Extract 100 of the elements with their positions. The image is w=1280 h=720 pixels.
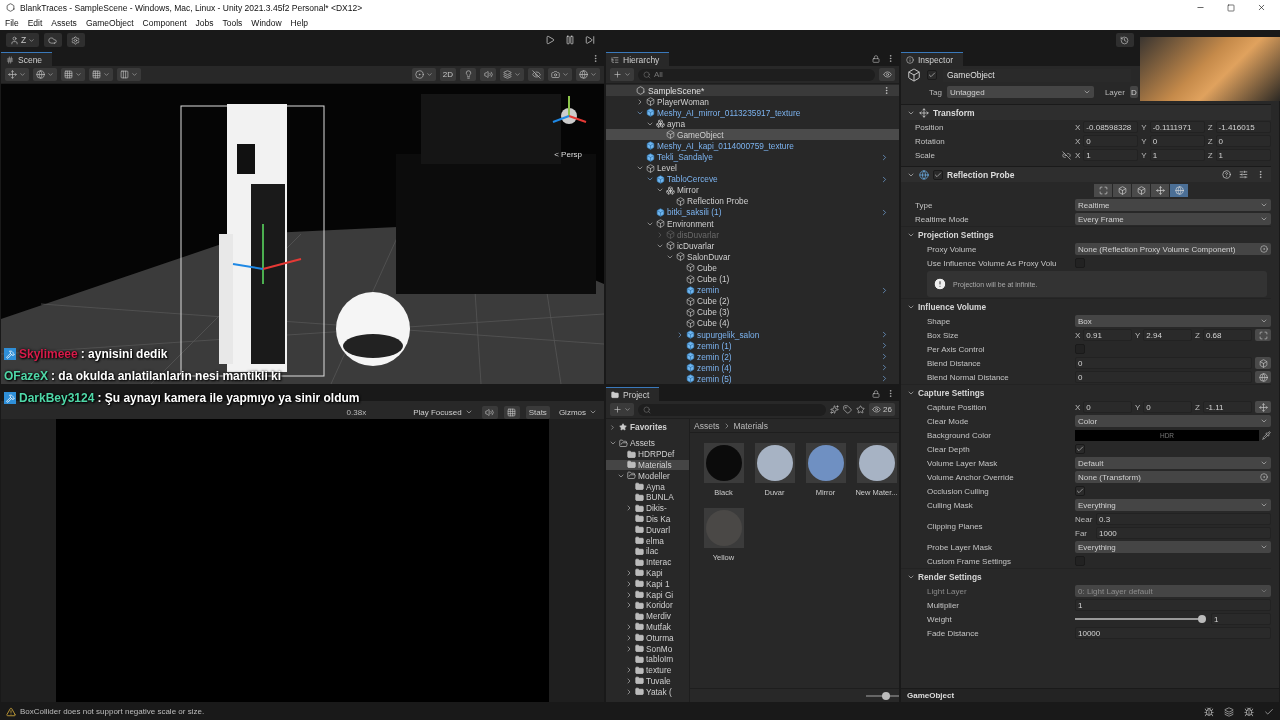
hierarchy-item[interactable]: Cube [606,262,899,274]
dropdown[interactable]: Color [1075,415,1271,427]
gizmos-button[interactable] [576,68,600,81]
section-header[interactable]: Projection Settings [901,226,1271,242]
hierarchy-item[interactable]: GameObject [606,129,899,141]
folder-item[interactable]: Kapi Gi [606,589,689,600]
mode-button[interactable] [1113,183,1131,197]
scene-tab[interactable]: Scene [1,52,53,66]
scene-visibility-button[interactable] [879,68,895,81]
object-field[interactable]: None (Reflection Proxy Volume Component) [1075,243,1271,255]
checkbox[interactable] [927,70,937,80]
search-field[interactable] [638,403,827,416]
hierarchy-item[interactable]: Reflection Probe [606,195,899,207]
history-button[interactable] [1116,33,1134,47]
folder-item[interactable]: Interac [606,556,689,568]
hierarchy-item[interactable]: ayna [606,118,899,130]
folder-item[interactable]: SonMo [606,643,689,654]
breadcrumb-link[interactable]: Materials [733,420,768,431]
folder-item[interactable]: Kapi [606,567,689,579]
checkbox[interactable] [1075,486,1085,496]
tool-button[interactable] [5,68,29,81]
number-field[interactable]: 1 [1215,149,1271,161]
slider-thumb[interactable] [1198,615,1206,623]
hierarchy-item[interactable]: Environment [606,218,899,230]
play-mode-dropdown[interactable]: Play Focused [410,406,476,418]
project-tab[interactable]: Project [606,387,660,401]
tool-button[interactable] [1255,371,1271,383]
dropdown[interactable]: Untagged [946,86,1094,98]
menu-item[interactable]: Jobs [195,17,214,28]
component-header[interactable]: Reflection Probe [901,166,1271,182]
number-field[interactable]: 10000 [1075,627,1271,639]
number-field[interactable]: 0 [1075,371,1252,383]
audio-button[interactable] [480,68,496,81]
folder-item[interactable]: Oturma [606,632,689,644]
favorites-item[interactable]: Favorites [606,421,689,433]
mode-2d-button[interactable]: 2D [439,68,456,81]
dropdown[interactable]: Default [1075,457,1271,469]
dropdown[interactable]: Everything [1075,541,1271,553]
hierarchy-item[interactable]: zemin (2) [606,351,899,363]
number-field[interactable]: -1.416015 [1215,121,1271,133]
number-field[interactable]: 0 [1083,401,1132,413]
folder-item[interactable]: Duvarl [606,524,689,536]
checkbox[interactable] [1075,444,1085,454]
hierarchy-item[interactable]: Meshy_AI_mirror_0113235917_texture [606,107,899,119]
folder-item[interactable]: Kapi 1 [606,578,689,590]
number-field[interactable]: 0.3 [1096,513,1271,525]
folder-item[interactable]: elma [606,535,689,546]
mode-button[interactable] [1132,183,1150,197]
mode-button[interactable] [1094,183,1112,197]
menu-item[interactable]: Tools [222,17,243,28]
hierarchy-item[interactable]: icDuvarlar [606,240,899,252]
hierarchy-item[interactable]: Mirror [606,184,899,196]
visibility-button[interactable] [528,68,544,81]
mode-button[interactable] [1151,183,1169,197]
folder-item[interactable]: tabloIm [606,653,689,665]
number-field[interactable]: 2.94 [1143,329,1192,341]
folder-item[interactable]: Ayna [606,481,689,492]
folder-item[interactable]: HDRPDef [606,448,689,460]
tool-button[interactable] [33,68,57,81]
hierarchy-item[interactable]: zemin [606,284,899,296]
folder-item[interactable]: Mutfak [606,621,689,633]
hierarchy-item[interactable]: SalonDuvar [606,251,899,263]
camera-button[interactable] [548,68,572,81]
number-field[interactable]: 1000 [1096,527,1271,539]
folder-item[interactable]: BUNLA [606,492,689,503]
menu-item[interactable]: GameObject [85,17,134,28]
dropdown[interactable]: Box [1075,315,1271,327]
grid-button[interactable] [503,405,520,419]
number-field[interactable]: 1 [1211,613,1271,625]
stats-button[interactable]: Stats [525,405,550,419]
hierarchy-item[interactable]: supurgelik_salon [606,328,899,341]
search-field[interactable]: All [638,68,875,81]
add-button[interactable] [610,68,634,81]
settings-button[interactable] [67,33,86,47]
folder-item[interactable]: Modeller [606,470,689,482]
number-field[interactable]: -0.1111971 [1149,121,1205,133]
slider-thumb[interactable] [881,691,890,700]
folder-item[interactable]: Tuvale [606,675,689,687]
hierarchy-item[interactable]: Level [606,162,899,174]
menu-item[interactable]: Edit [27,17,43,28]
inspector-tab[interactable]: Inspector [901,52,963,66]
menu-item[interactable]: Window [251,17,282,28]
hierarchy-item[interactable]: zemin (5) [606,373,899,384]
section-header[interactable]: Render Settings [901,568,1271,584]
folder-item[interactable]: Dikis- [606,502,689,514]
tool-button[interactable] [1255,329,1271,341]
dropdown[interactable]: Everything [1075,499,1271,511]
hierarchy-item[interactable]: Tekli_Sandalye [606,151,899,163]
dropdown[interactable]: Every Frame [1075,213,1271,225]
add-button[interactable] [610,403,634,416]
hierarchy-item[interactable]: PlayerWoman [606,96,899,108]
tool-button[interactable] [1255,357,1271,369]
hidden-count-button[interactable]: 26 [869,403,895,416]
folder-item[interactable]: texture [606,664,689,676]
menu-item[interactable]: Help [290,17,309,28]
number-field[interactable]: 0 [1149,135,1205,147]
dropdown[interactable]: D [1129,86,1138,98]
scene-header[interactable]: SampleScene* [606,85,899,96]
tool-button[interactable] [89,68,113,81]
section-header[interactable]: Influence Volume [901,298,1271,314]
